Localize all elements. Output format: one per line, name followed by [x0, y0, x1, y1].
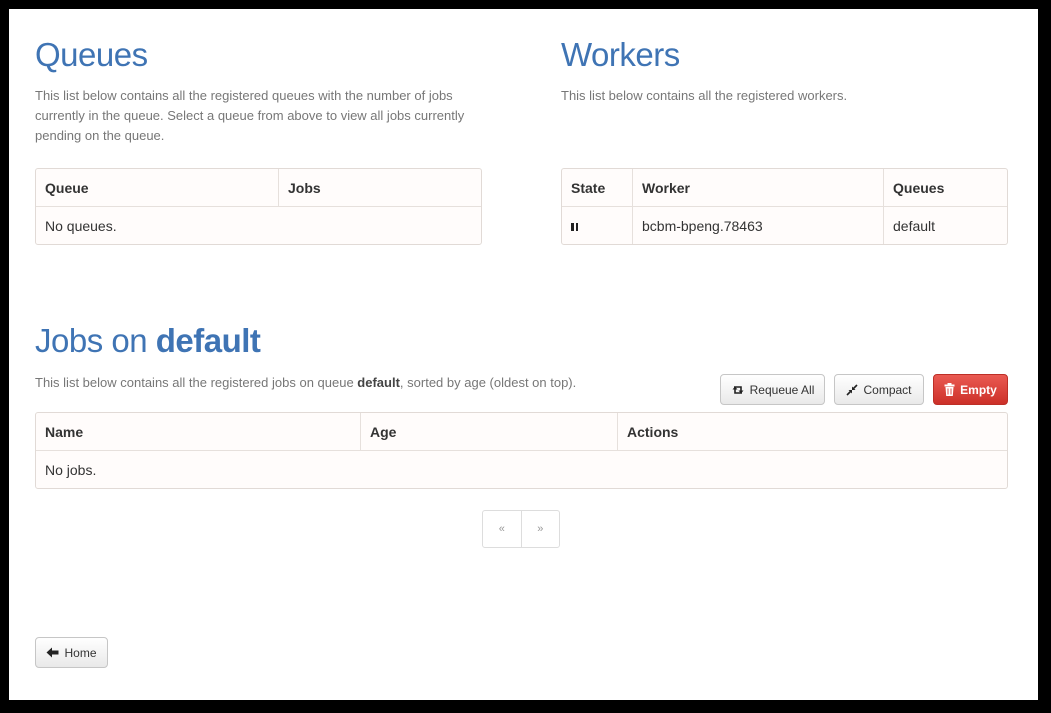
jobs-col-age: Age [360, 413, 617, 451]
table-row: No jobs. [36, 451, 1007, 488]
pagination-next[interactable]: » [520, 511, 560, 547]
empty-button[interactable]: Empty [933, 374, 1008, 405]
queues-description: This list below contains all the registe… [35, 88, 465, 143]
home-button[interactable]: Home [35, 637, 108, 668]
jobs-table: Name Age Actions No jobs. [35, 412, 1008, 489]
compact-label: Compact [863, 382, 912, 397]
jobs-col-actions: Actions [617, 413, 1007, 451]
jobs-title-queue: default [155, 322, 261, 359]
queues-title: Queues [35, 36, 148, 73]
worker-state-cell [562, 207, 632, 244]
jobs-title: Jobs on default [35, 322, 261, 360]
pause-icon [571, 222, 578, 231]
trash-icon [944, 383, 955, 396]
workers-col-worker: Worker [632, 169, 883, 207]
jobs-description-suffix: , sorted by age (oldest on top). [399, 375, 577, 390]
queues-empty-text: No queues. [45, 217, 117, 234]
workers-col-queues: Queues [883, 169, 1007, 207]
retweet-icon [732, 385, 744, 394]
arrow-left-icon [46, 647, 59, 658]
queues-table: Queue Jobs No queues. [35, 168, 482, 245]
queues-col-queue: Queue [36, 169, 278, 207]
workers-col-state: State [562, 169, 632, 207]
pagination-prev[interactable]: « [483, 511, 521, 547]
empty-label: Empty [960, 382, 997, 397]
jobs-description-queue: default [357, 375, 400, 390]
worker-queues: default [883, 207, 1007, 244]
jobs-empty-text: No jobs. [45, 461, 97, 478]
workers-table: State Worker Queues bcbm-bpeng.78463 def… [561, 168, 1008, 245]
workers-description: This list below contains all the registe… [561, 88, 848, 103]
jobs-title-prefix: Jobs on [35, 322, 156, 359]
worker-name: bcbm-bpeng.78463 [632, 207, 883, 244]
queues-col-jobs: Jobs [278, 169, 481, 207]
table-row: No queues. [36, 207, 481, 244]
jobs-col-name: Name [36, 413, 360, 451]
compact-button[interactable]: Compact [834, 374, 924, 405]
requeue-all-label: Requeue All [749, 382, 815, 397]
requeue-all-button[interactable]: Requeue All [720, 374, 825, 405]
home-label: Home [64, 645, 97, 660]
table-row: bcbm-bpeng.78463 default [562, 207, 1007, 244]
jobs-description-prefix: This list below contains all the registe… [35, 375, 358, 390]
pagination: « » [482, 510, 560, 548]
jobs-description: This list below contains all the registe… [35, 373, 715, 393]
workers-title: Workers [561, 36, 680, 73]
compress-icon [846, 383, 859, 396]
